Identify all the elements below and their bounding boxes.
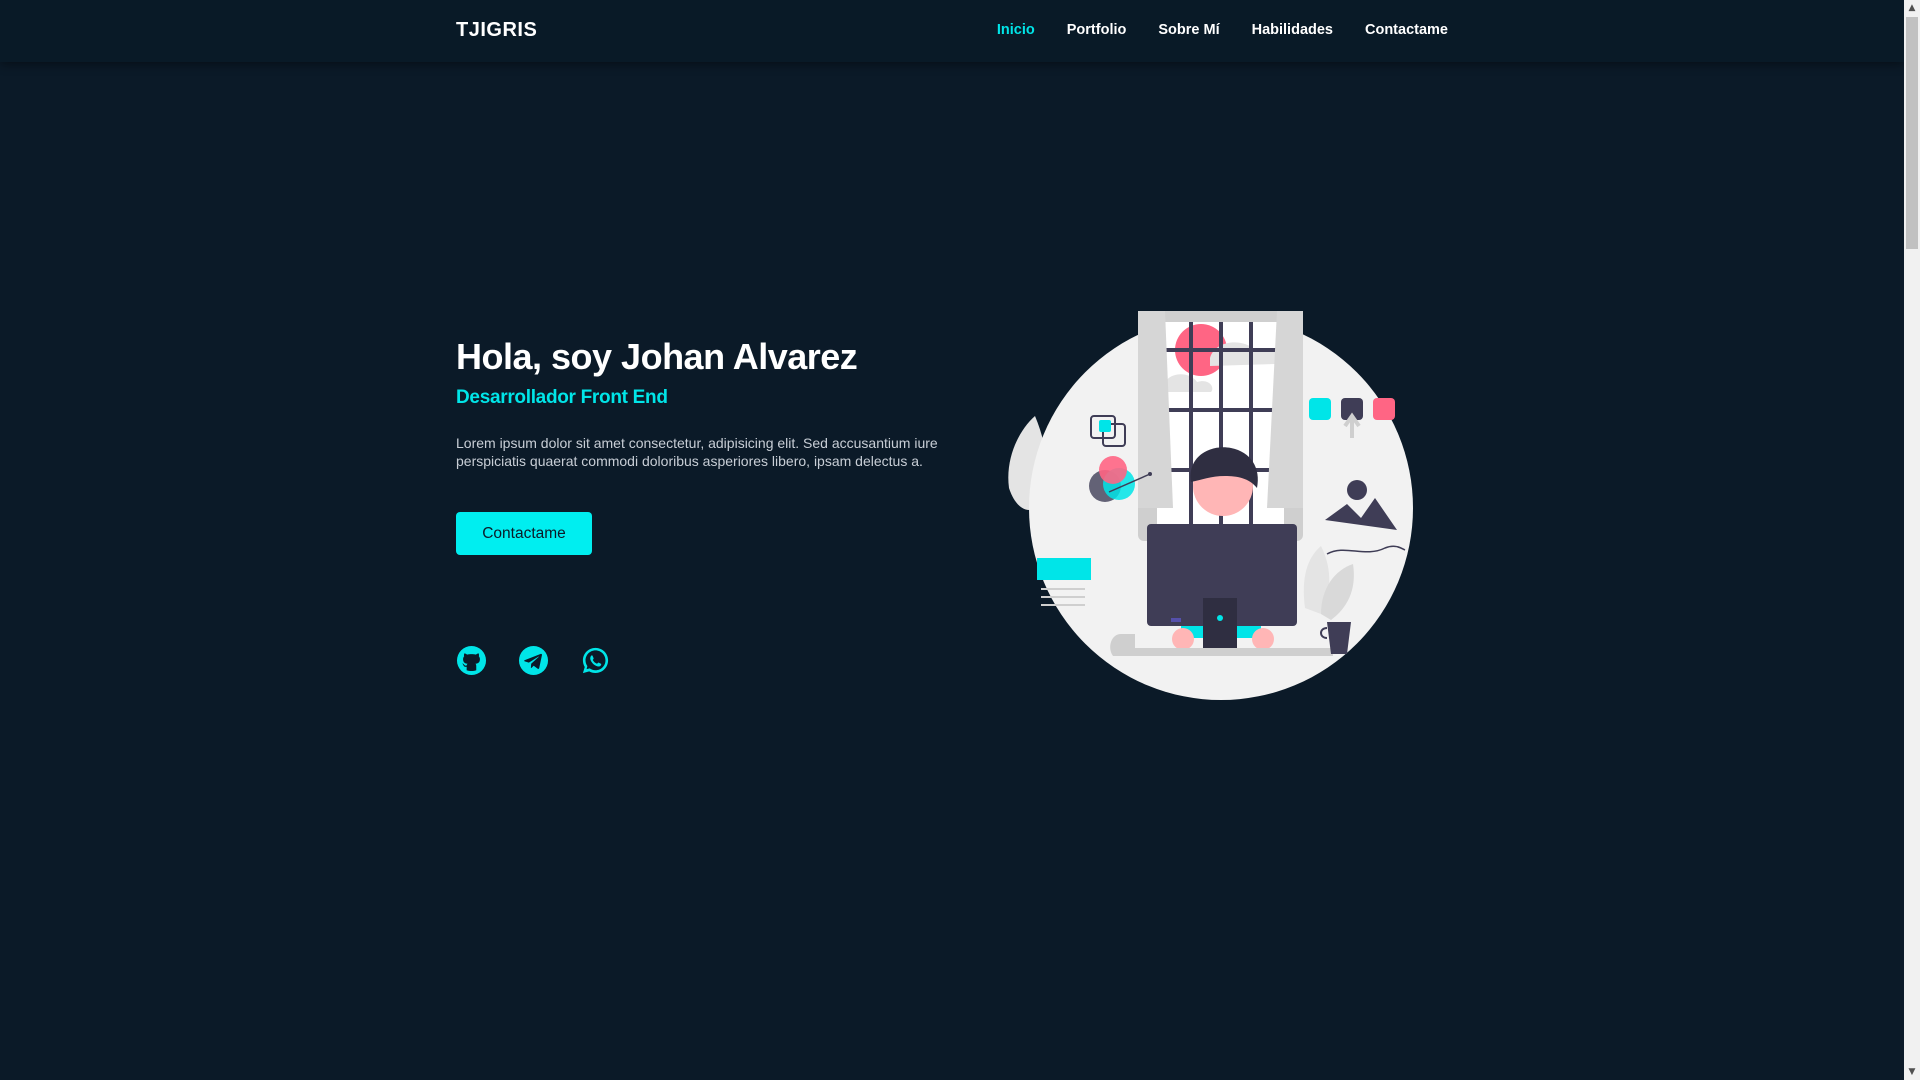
telegram-icon[interactable] bbox=[518, 645, 549, 676]
developer-illustration bbox=[1008, 311, 1413, 700]
scrollbar-thumb[interactable] bbox=[1906, 17, 1918, 249]
page: TJIGRIS Inicio Portfolio Sobre Mí Habili… bbox=[0, 0, 1920, 1080]
site-logo[interactable]: TJIGRIS bbox=[456, 19, 537, 42]
social-links bbox=[456, 645, 611, 676]
nav-link-contactame[interactable]: Contactame bbox=[1365, 22, 1448, 38]
github-icon[interactable] bbox=[456, 645, 487, 676]
contact-button[interactable]: Contactame bbox=[456, 512, 592, 555]
whatsapp-icon[interactable] bbox=[580, 645, 611, 676]
nav-link-habilidades[interactable]: Habilidades bbox=[1252, 22, 1333, 38]
scroll-up-arrow-icon[interactable]: ▲ bbox=[1904, 0, 1920, 16]
hero-description: Lorem ipsum dolor sit amet consectetur, … bbox=[456, 435, 938, 469]
page-scrollbar[interactable]: ▲ ▼ bbox=[1904, 0, 1920, 1080]
main-nav: Inicio Portfolio Sobre Mí Habilidades Co… bbox=[997, 22, 1448, 38]
nav-link-inicio[interactable]: Inicio bbox=[997, 22, 1035, 38]
nav-link-portfolio[interactable]: Portfolio bbox=[1067, 22, 1127, 38]
hero-title: Hola, soy Johan Alvarez bbox=[456, 336, 858, 377]
nav-link-sobre-mi[interactable]: Sobre Mí bbox=[1158, 22, 1219, 38]
hero-subtitle: Desarrollador Front End bbox=[456, 387, 668, 408]
site-header: TJIGRIS Inicio Portfolio Sobre Mí Habili… bbox=[0, 0, 1904, 62]
scroll-down-arrow-icon[interactable]: ▼ bbox=[1904, 1064, 1920, 1080]
